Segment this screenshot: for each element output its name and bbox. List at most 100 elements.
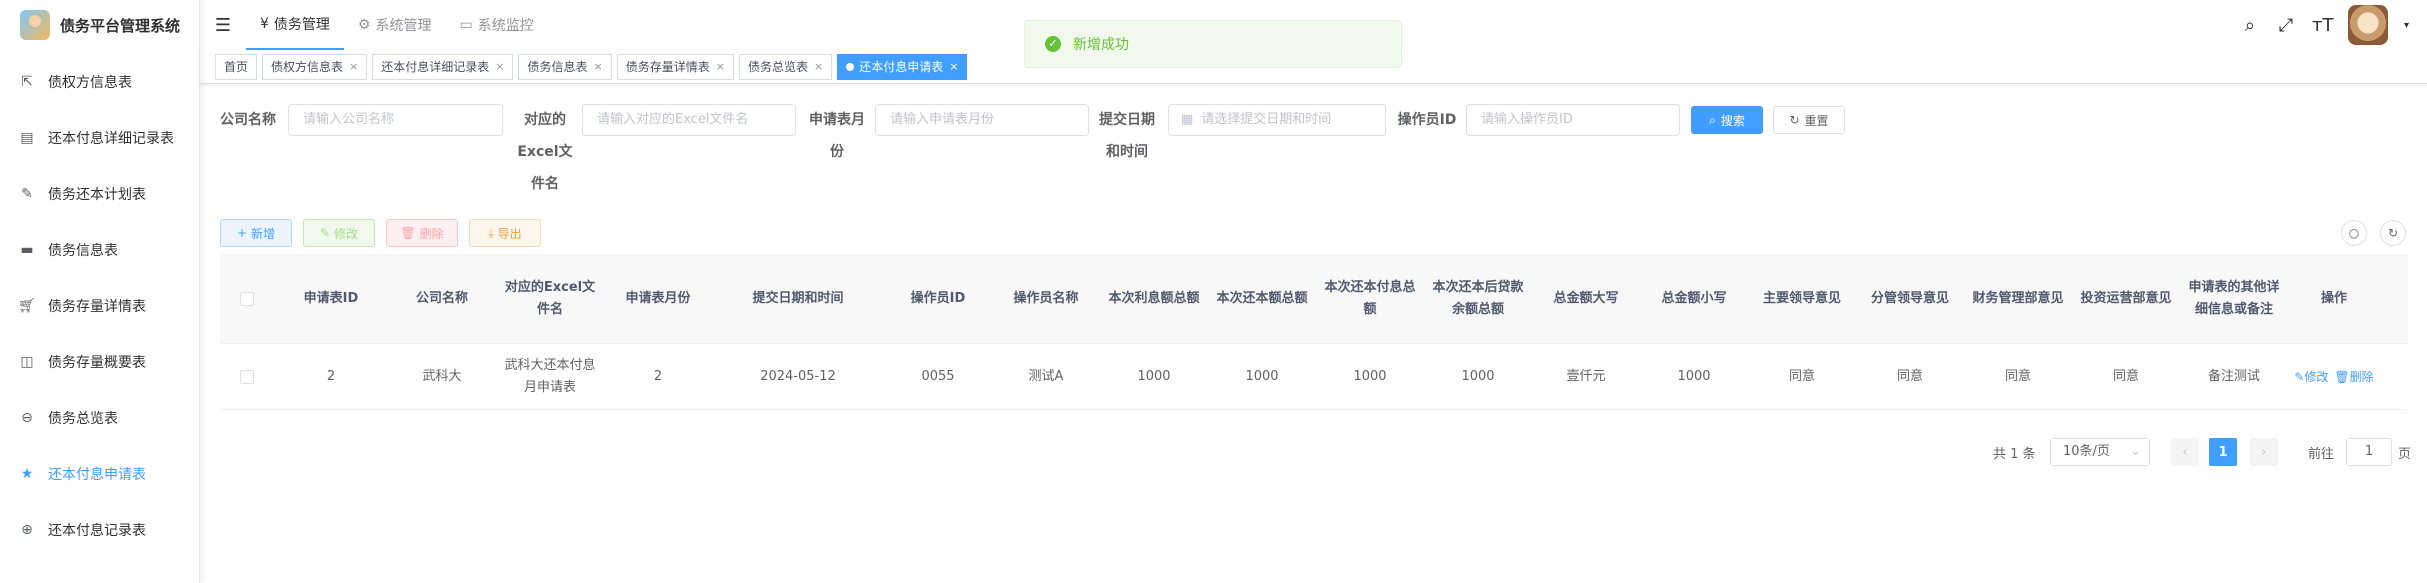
- prev-page-button[interactable]: ‹: [2171, 438, 2199, 466]
- apply-month-input[interactable]: 请输入申请表月份: [875, 104, 1089, 136]
- avatar[interactable]: [2347, 5, 2388, 45]
- search-icon[interactable]: ⌕: [2240, 15, 2260, 36]
- table-cell: 2024-05-12: [760, 368, 836, 384]
- export-button[interactable]: ⤓ 导出: [469, 219, 541, 247]
- fullscreen-icon[interactable]: ⤢: [2276, 15, 2296, 36]
- close-icon[interactable]: ×: [495, 55, 504, 79]
- sidebar-item-repayment-plan[interactable]: ✎ 债务还本计划表: [0, 166, 199, 222]
- logo-area[interactable]: 债务平台管理系统: [0, 0, 199, 50]
- page-size-select[interactable]: 10条/页 ⌄: [2050, 438, 2150, 466]
- trash-icon: 🗑︎: [400, 226, 416, 240]
- edit-icon: ✎: [2294, 369, 2305, 384]
- operator-id-input[interactable]: 请输入操作员ID: [1466, 104, 1680, 136]
- caret-down-icon[interactable]: ▾: [2404, 20, 2409, 31]
- close-icon[interactable]: ×: [814, 55, 823, 79]
- sidebar-item-label: 还本付息记录表: [48, 523, 146, 539]
- edit-icon: ✎: [319, 226, 331, 240]
- column-header: 提交日期和时间: [752, 290, 844, 306]
- add-button[interactable]: + 新增: [220, 219, 292, 247]
- sidebar-item-label: 债务存量详情表: [48, 299, 146, 315]
- calendar-icon: ▦: [1181, 112, 1194, 127]
- tag-label: 债务总览表: [747, 59, 808, 74]
- edit-button[interactable]: ✎ 修改: [303, 219, 375, 247]
- sidebar-item-label: 债务总览表: [48, 411, 118, 427]
- column-header: 总金额大写: [1553, 290, 1619, 306]
- search-button[interactable]: ⌕ 搜索: [1691, 106, 1763, 134]
- delete-button-label: 删除: [419, 226, 444, 241]
- row-edit-link[interactable]: ✎修改: [2294, 366, 2328, 388]
- tag-home[interactable]: 首页: [215, 53, 258, 80]
- sidebar-item-repayment-record[interactable]: ⊕ 还本付息记录表: [0, 502, 199, 558]
- excel-file-input[interactable]: 请输入对应的Excel文件名: [582, 104, 796, 136]
- plus-circle-icon: ⊕: [21, 522, 33, 538]
- sidebar-item-stock-detail[interactable]: 🛒︎ 债务存量详情表: [0, 278, 199, 334]
- apply-month-label-line1: 申请表月: [809, 112, 865, 128]
- sidebar-item-label: 债务还本计划表: [48, 187, 146, 203]
- tag-debt-info[interactable]: 债务信息表 ×: [518, 53, 612, 80]
- delete-button[interactable]: 🗑︎ 删除: [386, 219, 458, 247]
- next-page-button[interactable]: ›: [2250, 438, 2278, 466]
- top-menu-system-management[interactable]: ⚙ 系统管理: [344, 0, 446, 50]
- row-edit-label: 修改: [2304, 369, 2329, 384]
- export-button-label: 导出: [497, 226, 522, 241]
- submit-date-label-line1: 提交日期: [1099, 112, 1155, 128]
- page-number-button[interactable]: 1: [2209, 438, 2237, 466]
- hamburger-icon[interactable]: ☰: [200, 15, 246, 36]
- table-cell: 同意: [1896, 368, 1923, 384]
- tag-debt-overview[interactable]: 债务总览表 ×: [738, 53, 833, 80]
- pagination-total: 共 1 条: [1993, 446, 2036, 462]
- table-cell: 2: [326, 368, 336, 384]
- sidebar-item-creditor-info[interactable]: ⇱ 债权方信息表: [0, 54, 199, 110]
- table-cell: 武科大: [422, 368, 462, 384]
- font-size-icon[interactable]: ᴛT: [2312, 15, 2333, 36]
- table-cell: 同意: [2112, 368, 2139, 384]
- goto-page-input[interactable]: 1: [2346, 438, 2392, 466]
- sidebar-item-repayment-application[interactable]: ★ 还本付息申请表: [0, 446, 199, 502]
- edit-icon: ✎: [21, 186, 33, 202]
- data-table: 申请表ID 公司名称 对应的Excel文件名 申请表月份 提交日期和时间 操作员…: [220, 254, 2408, 410]
- tag-label: 首页: [224, 59, 249, 74]
- table-cell: 同意: [2004, 368, 2031, 384]
- tag-repayment-detail[interactable]: 还本付息详细记录表 ×: [372, 53, 514, 80]
- top-menu-label: 债务管理: [273, 17, 330, 33]
- column-header: 财务管理部意见: [1972, 290, 2064, 306]
- download-icon: ⤓: [488, 225, 494, 240]
- close-icon[interactable]: ×: [949, 55, 958, 79]
- row-checkbox[interactable]: [240, 369, 254, 384]
- top-menu-debt-management[interactable]: ¥ 债务管理: [246, 0, 344, 50]
- select-all-checkbox[interactable]: [240, 291, 254, 306]
- refresh-icon: ↻: [2387, 226, 2399, 240]
- top-menu-system-monitor[interactable]: ▭ 系统监控: [445, 0, 547, 50]
- goto-label: 前往: [2308, 446, 2335, 462]
- submit-date-label-line2: 和时间: [1106, 144, 1148, 160]
- tag-stock-detail[interactable]: 债务存量详情表 ×: [616, 53, 734, 80]
- column-header: 本次还本额总额: [1216, 290, 1308, 306]
- close-icon[interactable]: ×: [349, 55, 358, 79]
- table-cell: 同意: [1788, 368, 1815, 384]
- tag-repayment-application[interactable]: 还本付息申请表 ×: [837, 53, 968, 80]
- sidebar-item-repayment-detail[interactable]: ▤ 还本付息详细记录表: [0, 110, 199, 166]
- column-header: 申请表ID: [303, 290, 359, 306]
- submit-date-picker[interactable]: ▦ 请选择提交日期和时间: [1168, 104, 1386, 136]
- close-icon[interactable]: ×: [716, 55, 725, 79]
- sidebar-item-label: 债权方信息表: [48, 75, 132, 91]
- column-header: 本次利息额总额: [1108, 290, 1200, 306]
- sidebar-item-stock-summary[interactable]: ◫ 债务存量概要表: [0, 334, 199, 390]
- company-name-input[interactable]: 请输入公司名称: [288, 104, 503, 136]
- row-delete-link[interactable]: 🗑︎删除: [2334, 366, 2373, 388]
- sidebar-item-debt-overview[interactable]: ⊖ 债务总览表: [0, 390, 199, 446]
- column-header: 主要领导意见: [1762, 290, 1841, 306]
- table-row[interactable]: 2 武科大 武科大还本付息月申请表 2 2024-05-12 0055 测试A …: [220, 344, 2408, 410]
- sidebar-item-debt-info[interactable]: ▬ 债务信息表: [0, 222, 199, 278]
- close-icon[interactable]: ×: [594, 55, 603, 79]
- tag-creditor-info[interactable]: 债权方信息表 ×: [262, 53, 368, 80]
- tag-label: 债务信息表: [527, 59, 588, 74]
- column-header: 申请表月份: [625, 290, 691, 306]
- row-select-cell: [220, 344, 274, 409]
- plus-icon: +: [236, 226, 248, 240]
- toggle-search-button[interactable]: ○: [2341, 220, 2367, 246]
- refresh-button[interactable]: ↻: [2380, 220, 2406, 246]
- reset-button[interactable]: ↻ 重置: [1773, 106, 1845, 134]
- table-cell: 2: [653, 368, 663, 384]
- document-icon: ▤: [20, 130, 34, 146]
